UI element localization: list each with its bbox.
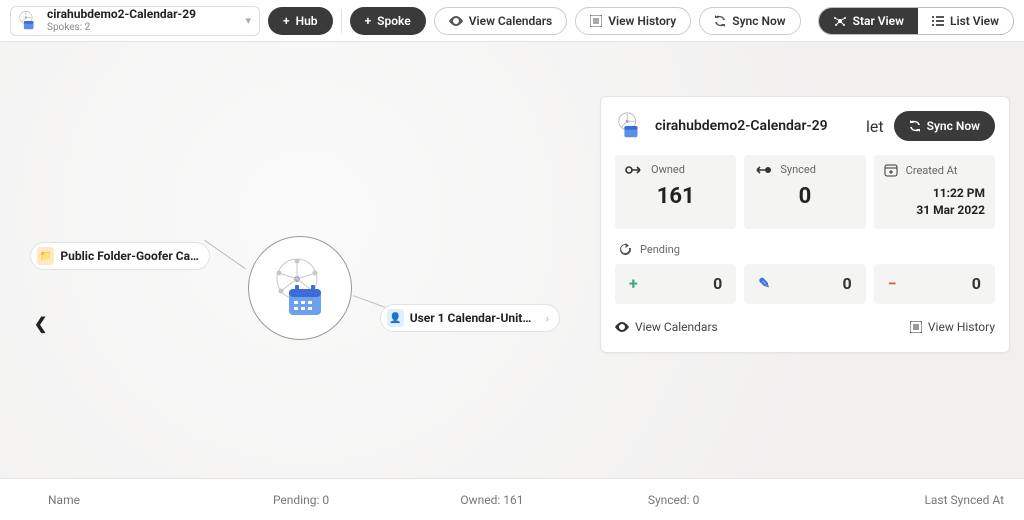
hub-subtitle: Spokes: 2 [47, 22, 237, 33]
chevron-down-icon: ▾ [245, 14, 251, 27]
owned-label: Owned [651, 163, 685, 176]
panel-sync-now-label: Sync Now [927, 119, 980, 133]
list-icon [910, 321, 922, 333]
hub-selector-text: cirahubdemo2-Calendar-29 Spokes: 2 [47, 8, 237, 32]
list-view-tab[interactable]: List View [918, 8, 1013, 34]
pending-delete: − 0 [874, 264, 995, 304]
created-date: 31 Mar 2022 [884, 202, 985, 219]
created-label: Created At [906, 164, 958, 177]
footer-bar: Name Pending: 0 Owned: 161 Synced: 0 Las… [0, 478, 1024, 520]
user-icon: 👤 [387, 309, 404, 327]
spoke-label: User 1 Calendar-United … [410, 311, 538, 325]
spoke-node-user-calendar[interactable]: 👤 User 1 Calendar-United … › [380, 304, 560, 332]
pending-icon [619, 243, 632, 256]
pending-label: Pending [640, 243, 680, 256]
footer-owned: Owned: 161 [460, 493, 647, 507]
stat-created: Created At 11:22 PM 31 Mar 2022 [874, 155, 995, 229]
star-view-label: Star View [853, 14, 904, 28]
panel-view-history-link[interactable]: View History [910, 320, 995, 334]
hub-icon [615, 111, 645, 141]
view-toggle: Star View List View [818, 7, 1014, 35]
list-view-icon [932, 15, 944, 27]
owned-icon [625, 164, 643, 176]
hub-title: cirahubdemo2-Calendar-29 [47, 8, 237, 21]
created-time: 11:22 PM [884, 185, 985, 202]
pending-delete-value: 0 [972, 274, 981, 293]
star-view-icon [833, 14, 847, 28]
prev-arrow[interactable]: ❮ [30, 310, 51, 337]
plus-icon: + [283, 14, 290, 28]
eye-icon [449, 16, 463, 26]
stat-owned: Owned 161 [615, 155, 736, 229]
add-spoke-label: Spoke [377, 14, 411, 28]
chevron-right-icon: › [546, 312, 549, 325]
panel-view-calendars-link[interactable]: View Calendars [615, 320, 718, 334]
panel-title: cirahubdemo2-Calendar-29 [655, 118, 856, 134]
synced-value: 0 [754, 184, 855, 209]
sync-icon [909, 120, 921, 132]
toolbar-divider [341, 9, 342, 33]
list-view-label: List View [950, 14, 999, 28]
spoke-node-public-folder[interactable]: 📁 Public Folder-Goofer Cal... [30, 242, 210, 270]
calendar-plus-icon [884, 163, 898, 177]
view-calendars-button[interactable]: View Calendars [434, 7, 567, 35]
view-history-label: View History [608, 14, 676, 28]
sync-now-button[interactable]: Sync Now [699, 7, 800, 35]
hub-selector[interactable]: cirahubdemo2-Calendar-29 Spokes: 2 ▾ [10, 6, 260, 36]
spoke-label: Public Folder-Goofer Cal... [60, 249, 199, 263]
pending-edit-value: 0 [842, 274, 851, 293]
plus-icon: + [629, 274, 638, 293]
synced-icon [754, 164, 772, 176]
pencil-icon: ✎ [758, 276, 770, 292]
sync-now-label: Sync Now [732, 14, 785, 28]
details-panel: cirahubdemo2-Calendar-29let Sync Now Own… [600, 96, 1010, 353]
add-hub-button[interactable]: + Hub [268, 7, 333, 35]
owned-value: 161 [625, 184, 726, 209]
add-spoke-button[interactable]: + Spoke [350, 7, 426, 35]
minus-icon: − [888, 274, 897, 293]
add-hub-label: Hub [296, 14, 318, 28]
view-history-button[interactable]: View History [575, 7, 691, 35]
sync-icon [714, 15, 726, 27]
footer-name: Name [20, 493, 273, 507]
footer-synced: Synced: 0 [648, 493, 835, 507]
synced-label: Synced [780, 163, 816, 176]
eye-icon [615, 322, 629, 332]
panel-view-calendars-label: View Calendars [635, 320, 718, 334]
top-toolbar: cirahubdemo2-Calendar-29 Spokes: 2 ▾ + H… [0, 0, 1024, 42]
panel-view-history-label: View History [928, 320, 995, 334]
hub-node[interactable] [248, 236, 352, 340]
view-calendars-label: View Calendars [469, 14, 552, 28]
pending-edit: ✎ 0 [744, 264, 865, 304]
footer-pending: Pending: 0 [273, 493, 460, 507]
hub-icon [17, 10, 39, 32]
panel-sync-now-button[interactable]: Sync Now [894, 111, 995, 141]
plus-icon: + [365, 14, 372, 28]
spoke-connector [204, 240, 246, 269]
hub-node-icon [265, 253, 335, 323]
pending-add: + 0 [615, 264, 736, 304]
stat-synced: Synced 0 [744, 155, 865, 229]
footer-last-synced: Last Synced At [835, 493, 1004, 507]
folder-icon: 📁 [37, 247, 54, 265]
list-icon [590, 15, 602, 27]
star-view-tab[interactable]: Star View [819, 8, 918, 34]
pending-add-value: 0 [713, 274, 722, 293]
star-view-canvas[interactable]: ❮ 📁 Public Folder-Goofer Cal... [0, 42, 1024, 478]
